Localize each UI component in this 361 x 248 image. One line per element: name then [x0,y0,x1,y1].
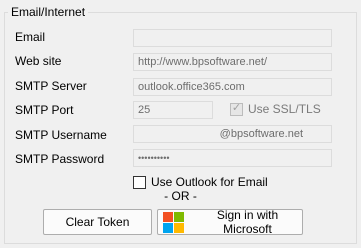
website-label: Web site [15,54,62,68]
use-outlook-label: Use Outlook for Email [151,175,268,189]
smtp-username-label: SMTP Username [15,128,107,142]
email-field[interactable] [133,29,332,47]
or-separator: - OR - [164,189,197,203]
clear-token-button[interactable]: Clear Token [43,209,152,235]
sign-in-label: Sign in with Microsoft [216,208,279,236]
smtp-port-label: SMTP Port [15,103,74,117]
smtp-server-field[interactable]: outlook.office365.com [133,78,332,96]
clear-token-label: Clear Token [65,215,130,229]
use-ssl-checkbox-row[interactable]: ✓ Use SSL/TLS [230,102,321,116]
microsoft-logo-icon [163,211,184,233]
use-outlook-checkbox-row[interactable]: Use Outlook for Email [133,175,268,189]
smtp-password-label: SMTP Password [15,152,105,166]
group-title: Email/Internet [8,5,89,19]
smtp-username-field[interactable]: @bpsoftware.net [133,125,332,143]
smtp-port-field[interactable]: 25 [133,101,213,119]
use-ssl-label: Use SSL/TLS [248,102,321,116]
smtp-password-field[interactable]: •••••••••• [133,149,332,167]
use-ssl-checkbox[interactable]: ✓ [230,101,243,116]
checkmark-icon: ✓ [231,101,242,114]
sign-in-microsoft-button[interactable]: Sign in with Microsoft [157,208,303,236]
email-label: Email [15,30,46,44]
smtp-server-label: SMTP Server [15,79,87,93]
use-outlook-checkbox[interactable] [133,175,146,189]
website-field[interactable]: http://www.bpsoftware.net/ [133,53,332,71]
